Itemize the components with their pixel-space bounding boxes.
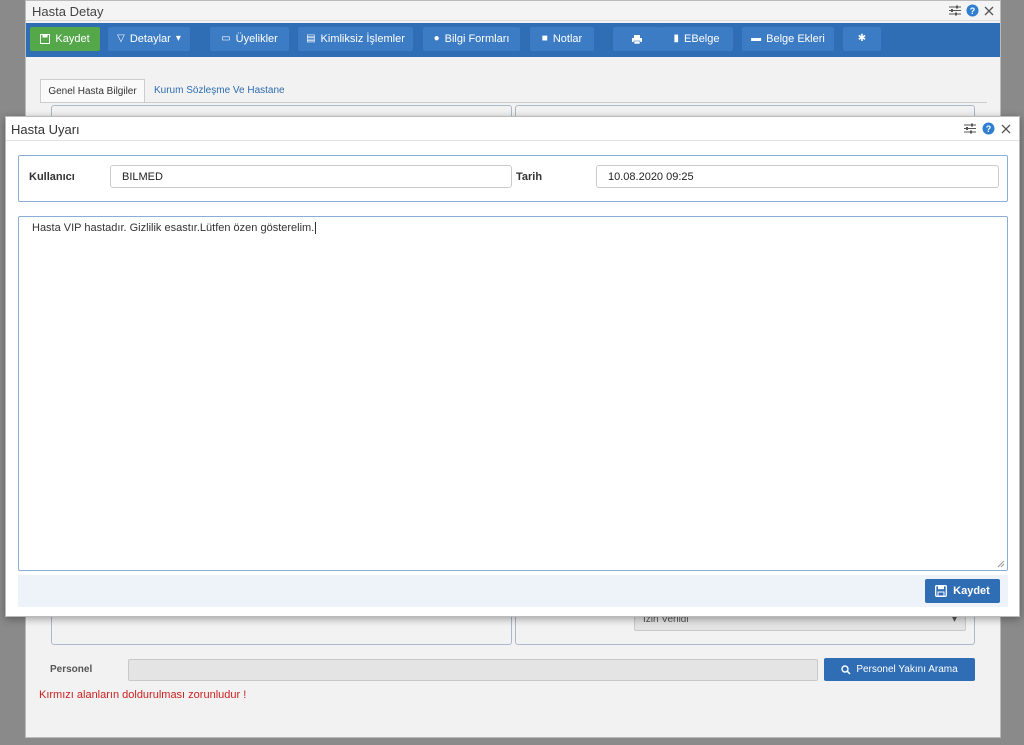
tab-genel-hasta-bilgiler[interactable]: Genel Hasta Bilgiler bbox=[40, 79, 145, 103]
toolbar-print-button[interactable] bbox=[613, 27, 661, 51]
user-date-fieldset: Kullanıcı BILMED Tarih 10.08.2020 09:25 bbox=[18, 155, 1008, 202]
search-icon bbox=[841, 664, 851, 675]
users-icon: ● bbox=[433, 33, 440, 44]
dialog-controls: ? bbox=[964, 122, 1011, 135]
close-icon[interactable] bbox=[1001, 124, 1011, 134]
monitor-icon: ▭ bbox=[221, 33, 231, 44]
user-field[interactable]: BILMED bbox=[110, 165, 512, 188]
settings-sliders-icon[interactable] bbox=[949, 5, 961, 16]
toolbar-detaylar-label: Detaylar bbox=[129, 33, 171, 45]
toolbar-ebelge-label: EBelge bbox=[684, 33, 720, 45]
toolbar-uyelikler-button[interactable]: ▭ Üyelikler bbox=[210, 27, 289, 51]
toolbar-kimliksiz-label: Kimliksiz İşlemler bbox=[320, 33, 405, 45]
personel-label: Personel bbox=[50, 664, 93, 675]
svg-text:?: ? bbox=[986, 124, 992, 134]
toolbar-belge-ekleri-label: Belge Ekleri bbox=[766, 33, 825, 45]
filter-icon: ▽ bbox=[117, 33, 125, 44]
personel-input[interactable] bbox=[128, 659, 818, 681]
main-toolbar: Kaydet ▽ Detaylar ▾ ▭ Üyelikler ▤ Kimlik… bbox=[26, 23, 1000, 57]
toolbar-uyelikler-label: Üyelikler bbox=[235, 33, 278, 45]
toolbar-notlar-label: Notlar bbox=[552, 33, 583, 45]
date-field[interactable]: 10.08.2020 09:25 bbox=[596, 165, 999, 188]
toolbar-kimliksiz-button[interactable]: ▤ Kimliksiz İşlemler bbox=[298, 27, 413, 51]
note-icon: ■ bbox=[541, 33, 548, 44]
toolbar-bilgi-formlari-button[interactable]: ● Bilgi Formları bbox=[423, 27, 520, 51]
window-title: Hasta Detay bbox=[32, 4, 104, 19]
toolbar-save-label: Kaydet bbox=[55, 33, 90, 45]
tab-divider bbox=[40, 102, 987, 103]
personel-search-label: Personel Yakını Arama bbox=[856, 664, 958, 675]
help-icon[interactable]: ? bbox=[982, 122, 995, 135]
dialog-footer: Kaydet bbox=[18, 575, 1008, 607]
dialog-title: Hasta Uyarı bbox=[11, 122, 80, 137]
gear-icon: ✱ bbox=[857, 33, 867, 44]
resize-handle-icon[interactable] bbox=[997, 560, 1005, 568]
settings-sliders-icon[interactable] bbox=[964, 123, 976, 134]
message-text: Hasta VIP hastadır. Gizlilik esastır.Lüt… bbox=[32, 222, 315, 234]
window-titlebar: Hasta Detay ? bbox=[26, 1, 1000, 21]
id-card-icon: ▤ bbox=[306, 33, 316, 44]
close-icon[interactable] bbox=[984, 6, 994, 16]
window-controls: ? bbox=[949, 4, 994, 17]
date-label: Tarih bbox=[516, 171, 543, 183]
toolbar-notlar-button[interactable]: ■ Notlar bbox=[530, 27, 594, 51]
dialog-save-label: Kaydet bbox=[953, 585, 990, 597]
toolbar-settings-button[interactable]: ✱ bbox=[843, 27, 881, 51]
text-caret bbox=[315, 222, 317, 235]
save-icon bbox=[40, 34, 51, 44]
dialog-save-button[interactable]: Kaydet bbox=[925, 579, 1000, 603]
dialog-title-divider bbox=[6, 140, 1019, 141]
message-textarea[interactable]: Hasta VIP hastadır. Gizlilik esastır.Lüt… bbox=[18, 216, 1008, 571]
save-icon bbox=[935, 585, 948, 597]
toolbar-detaylar-button[interactable]: ▽ Detaylar ▾ bbox=[108, 27, 190, 51]
toolbar-save-button[interactable]: Kaydet bbox=[30, 27, 100, 51]
caret-down-icon: ▾ bbox=[175, 33, 181, 44]
personel-search-button[interactable]: Personel Yakını Arama bbox=[824, 658, 975, 681]
toolbar-bilgi-formlari-label: Bilgi Formları bbox=[444, 33, 510, 45]
toolbar-belge-ekleri-button[interactable]: ▬ Belge Ekleri bbox=[742, 27, 834, 51]
svg-text:?: ? bbox=[970, 6, 976, 16]
user-label: Kullanıcı bbox=[29, 171, 75, 183]
book-icon: ▮ bbox=[673, 33, 680, 44]
toolbar-ebelge-button[interactable]: ▮ EBelge bbox=[660, 27, 733, 51]
print-icon bbox=[632, 34, 642, 44]
tab-kurum-sozlesme[interactable]: Kurum Sözleşme Ve Hastane bbox=[154, 85, 285, 96]
required-fields-note: Kırmızı alanların doldurulması zorunludu… bbox=[39, 689, 247, 701]
folder-icon: ▬ bbox=[751, 33, 762, 44]
help-icon[interactable]: ? bbox=[966, 4, 979, 17]
hasta-uyari-dialog: Hasta Uyarı ? Kullanıcı BILMED Tarih 10.… bbox=[5, 116, 1020, 617]
